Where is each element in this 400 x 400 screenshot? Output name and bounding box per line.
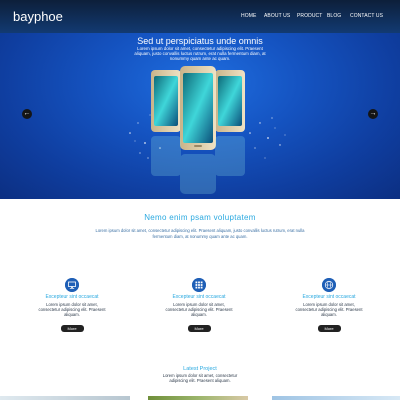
feature-card: Excepteur sint occaecat Lorem ipsum dolo… <box>159 278 239 338</box>
feature-text: Lorem ipsum dolor sit amet, consectetur … <box>165 302 233 317</box>
feature-text: Lorem ipsum dolor sit amet, consectetur … <box>38 302 106 317</box>
header-bar: bayphoe HOME ABOUT US PRODUCT BLOG CONTA… <box>0 0 400 33</box>
feature-text: Lorem ipsum dolor sit amet, consectetur … <box>295 302 363 317</box>
latest-project-text: Lorem ipsum dolor sit amet, consectetur … <box>162 373 238 383</box>
intro-text: Lorem ipsum dolor sit amet, consectetur … <box>95 228 305 239</box>
nav-about-us[interactable]: ABOUT US <box>264 13 290 19</box>
prev-slide-button[interactable]: ← <box>22 109 32 119</box>
more-button[interactable]: More <box>187 325 211 332</box>
latest-project-title: Latest Project <box>183 366 217 372</box>
project-thumbnail[interactable] <box>0 396 130 400</box>
feature-title: Excepteur sint occaecat <box>45 294 99 300</box>
hero-title: Sed ut perspiciatus unde omnis <box>137 36 263 46</box>
hero-slider: Sed ut perspiciatus unde omnis Lorem ips… <box>0 33 400 199</box>
grid-icon <box>192 278 206 292</box>
globe-icon <box>322 278 336 292</box>
main-nav: HOME ABOUT US PRODUCT BLOG CONTACT US <box>0 13 400 23</box>
nav-contact-us[interactable]: CONTACT US <box>350 13 383 19</box>
next-slide-button[interactable]: → <box>368 109 378 119</box>
project-thumbnail[interactable] <box>272 396 400 400</box>
nav-blog[interactable]: BLOG <box>327 13 341 19</box>
phones-image <box>151 66 245 194</box>
feature-title: Excepteur sint occaecat <box>172 294 226 300</box>
more-button[interactable]: More <box>60 325 84 332</box>
intro-title: Nemo enim psam voluptatem <box>144 213 256 222</box>
feature-title: Excepteur sint occaecat <box>302 294 356 300</box>
hero-text: Lorem ipsum dolor sit amet, consectetur … <box>134 46 266 61</box>
nav-home[interactable]: HOME <box>241 13 256 19</box>
project-thumbnail[interactable] <box>148 396 248 400</box>
monitor-icon <box>65 278 79 292</box>
nav-product[interactable]: PRODUCT <box>297 13 322 19</box>
feature-card: Excepteur sint occaecat Lorem ipsum dolo… <box>32 278 112 338</box>
more-button[interactable]: More <box>317 325 341 332</box>
feature-card: Excepteur sint occaecat Lorem ipsum dolo… <box>289 278 369 338</box>
